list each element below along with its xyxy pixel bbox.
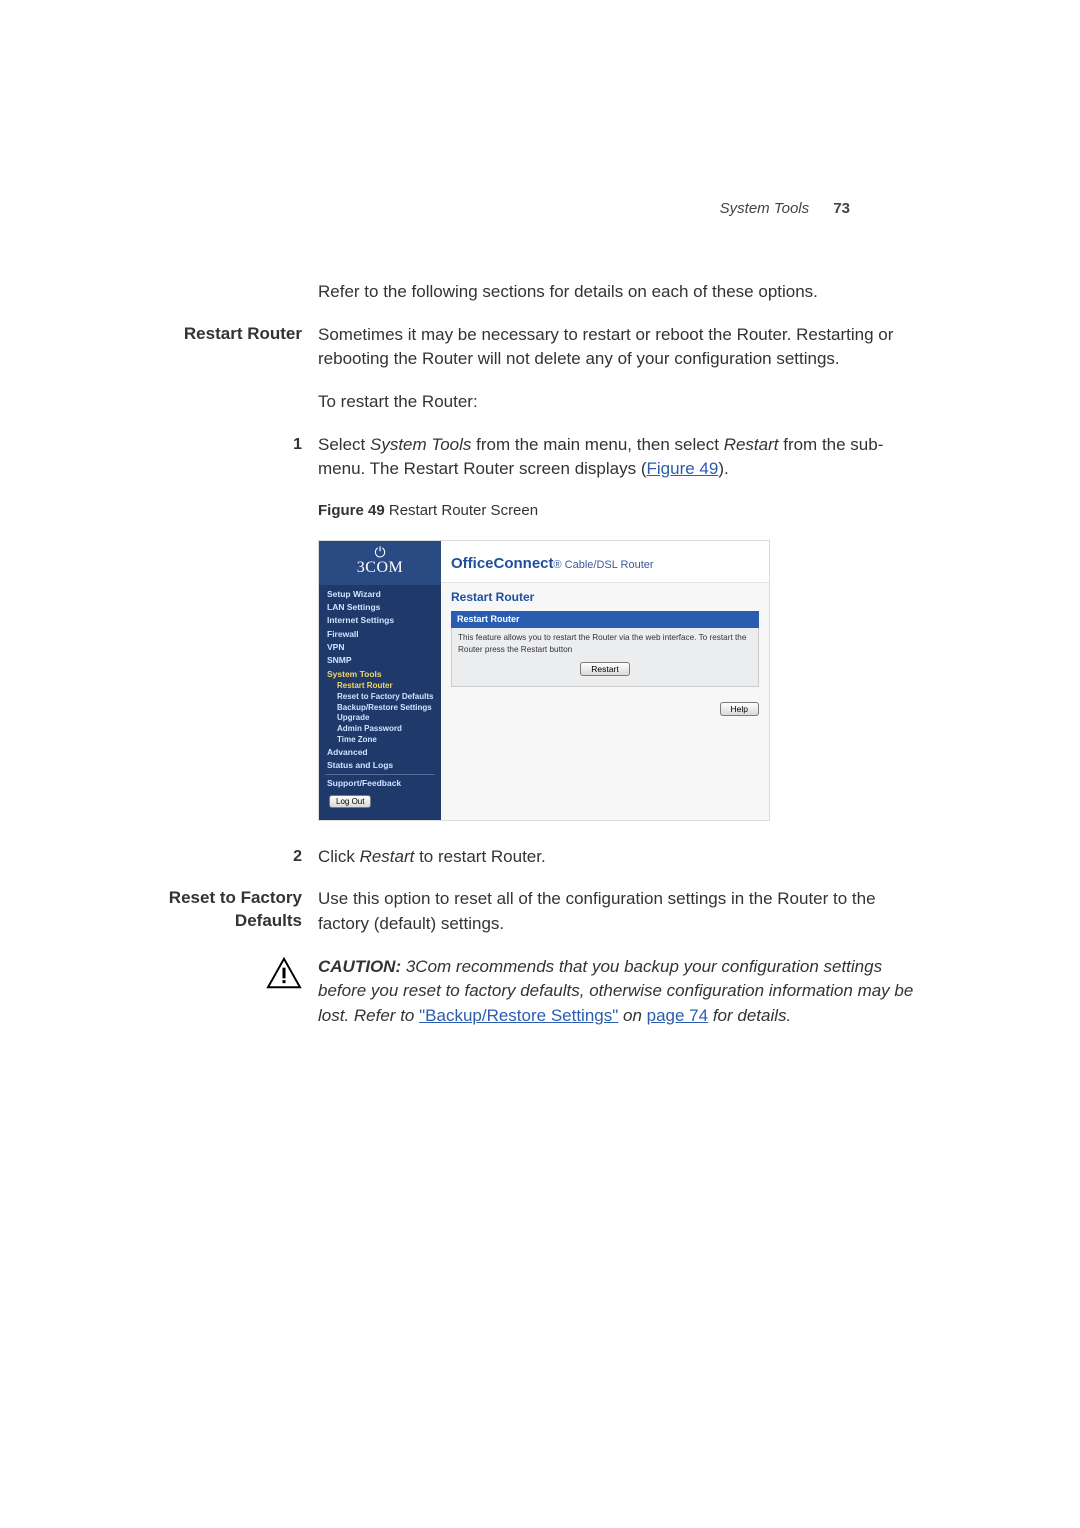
nav-status-logs[interactable]: Status and Logs [319,759,441,772]
nav-snmp[interactable]: SNMP [319,654,441,667]
restart-button[interactable]: Restart [580,662,629,676]
nav-support-feedback[interactable]: Support/Feedback [319,777,441,790]
step-number-2: 2 [293,848,302,865]
page-74-link[interactable]: page 74 [647,1006,708,1025]
caution-icon [266,957,302,989]
nav-setup-wizard[interactable]: Setup Wizard [319,588,441,601]
panel-body: This feature allows you to restart the R… [451,628,759,687]
section-heading-restart: Restart Router [160,323,318,372]
screenshot-sidebar: ⏻ 3COM Setup Wizard LAN Settings Interne… [319,541,441,820]
nav-advanced[interactable]: Advanced [319,746,441,759]
power-icon: ⏻ [319,545,441,559]
logout-button[interactable]: Log Out [329,795,371,808]
panel-bar: Restart Router [451,611,759,628]
section-heading-reset: Reset to Factory Defaults [160,887,318,936]
figure-caption: Figure 49 Restart Router Screen [318,500,930,522]
step-number-1: 1 [293,436,302,453]
page-body: Refer to the following sections for deta… [0,0,1080,1029]
running-header: System Tools 73 [720,200,850,217]
screenshot-main: OfficeConnect® Cable/DSL Router Restart … [441,541,769,820]
nav-internet-settings[interactable]: Internet Settings [319,614,441,627]
reset-paragraph: Use this option to reset all of the conf… [318,887,930,936]
caution-text: CAUTION: 3Com recommends that you backup… [318,955,930,1029]
nav-system-tools[interactable]: System Tools [319,668,441,681]
panel-heading: Restart Router [451,589,759,610]
intro-text: Refer to the following sections for deta… [318,280,930,305]
nav-firewall[interactable]: Firewall [319,628,441,641]
screenshot-logo: ⏻ 3COM [319,541,441,585]
figure-49-screenshot: ⏻ 3COM Setup Wizard LAN Settings Interne… [318,540,770,821]
step-1-text: Select System Tools from the main menu, … [318,433,930,482]
running-header-title: System Tools [720,200,809,217]
figure-49-link[interactable]: Figure 49 [647,459,719,478]
running-header-page: 73 [833,200,850,217]
help-button[interactable]: Help [720,702,759,716]
step-2-text: Click Restart to restart Router. [318,845,930,870]
screenshot-product-title: OfficeConnect® Cable/DSL Router [441,541,769,584]
nav-time-zone[interactable]: Time Zone [319,735,441,746]
nav-vpn[interactable]: VPN [319,641,441,654]
panel-description: This feature allows you to restart the R… [458,633,746,654]
nav-admin-password[interactable]: Admin Password [319,724,441,735]
nav-backup-restore[interactable]: Backup/Restore Settings [319,703,441,714]
restart-paragraph-2: To restart the Router: [318,390,930,415]
nav-upgrade[interactable]: Upgrade [319,713,441,724]
backup-restore-link[interactable]: "Backup/Restore Settings" [419,1006,618,1025]
nav-restart-router[interactable]: Restart Router [319,681,441,692]
nav-reset-factory[interactable]: Reset to Factory Defaults [319,692,441,703]
nav-lan-settings[interactable]: LAN Settings [319,601,441,614]
restart-paragraph-1: Sometimes it may be necessary to restart… [318,323,930,372]
